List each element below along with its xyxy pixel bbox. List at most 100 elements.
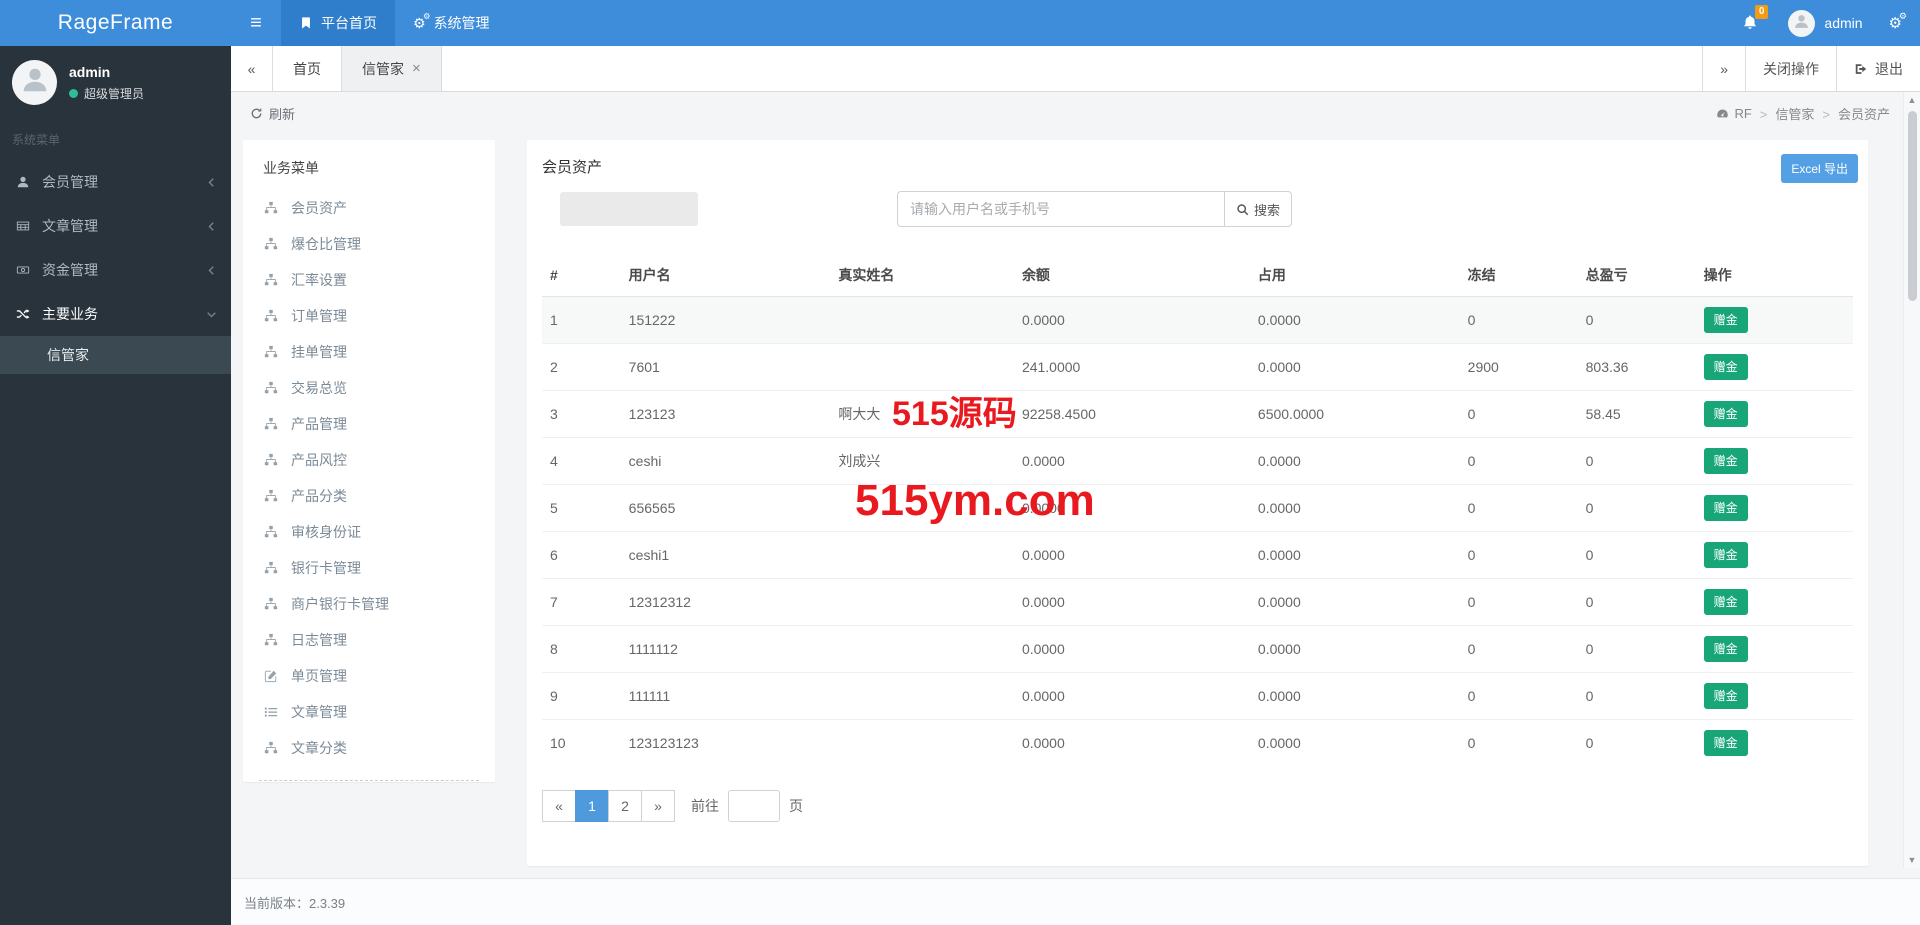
refresh-icon bbox=[250, 106, 263, 121]
filter-select-box[interactable] bbox=[560, 192, 698, 226]
table-row: 2 7601 241.0000 0.0000 2900 803.36 赠金 bbox=[542, 343, 1853, 391]
gift-button[interactable]: 赠金 bbox=[1703, 730, 1748, 757]
sign-out-icon bbox=[1854, 61, 1868, 77]
gift-button[interactable]: 赠金 bbox=[1703, 307, 1748, 333]
scroll-down-icon[interactable]: ▼ bbox=[1908, 852, 1917, 868]
sidebar-item[interactable]: 资金管理 bbox=[0, 248, 231, 292]
business-menu-list: 会员资产 爆仓比管理 汇率设置 订单管理 挂单管理 交易总览 产品管理 产品风控… bbox=[243, 190, 495, 766]
gift-button[interactable]: 赠金 bbox=[1703, 448, 1748, 474]
cell-balance: 0.0000 bbox=[1013, 625, 1250, 673]
business-menu-item[interactable]: 会员资产 bbox=[243, 190, 495, 226]
cell-realname: 刘成兴 bbox=[830, 437, 1014, 485]
excel-export-button[interactable]: Excel 导出 bbox=[1781, 154, 1858, 183]
business-menu-item[interactable]: 日志管理 bbox=[243, 622, 495, 658]
breadcrumb-home[interactable]: RF bbox=[1716, 106, 1752, 121]
cell-profit: 0 bbox=[1577, 719, 1696, 767]
business-menu-item-label: 汇率设置 bbox=[291, 272, 347, 288]
business-menu-item[interactable]: 文章管理 bbox=[243, 694, 495, 730]
refresh-button[interactable]: 刷新 bbox=[250, 104, 295, 123]
business-menu-item[interactable]: 交易总览 bbox=[243, 370, 495, 406]
pagination-page-button[interactable]: 2 bbox=[608, 789, 642, 822]
sidebar-item[interactable]: 文章管理 bbox=[0, 204, 231, 248]
cell-realname bbox=[830, 719, 1014, 767]
business-menu-item-label: 文章管理 bbox=[291, 704, 347, 720]
pagination-next-button[interactable]: » bbox=[641, 789, 675, 822]
business-menu-item[interactable]: 审核身份证 bbox=[243, 514, 495, 550]
business-menu-item[interactable]: 产品风控 bbox=[243, 442, 495, 478]
breadcrumb-item[interactable]: 信管家 bbox=[1760, 104, 1814, 123]
gift-button[interactable]: 赠金 bbox=[1703, 589, 1748, 615]
goto-page-input[interactable] bbox=[728, 789, 780, 822]
table-row: 4 ceshi 刘成兴 0.0000 0.0000 0 0 赠金 bbox=[542, 437, 1853, 485]
gift-button[interactable]: 赠金 bbox=[1703, 354, 1748, 380]
business-menu-item[interactable]: 产品管理 bbox=[243, 406, 495, 442]
version-label: 当前版本：2.3.39 bbox=[244, 895, 346, 911]
breadcrumb: RF 信管家 会员资产 bbox=[1716, 104, 1890, 123]
business-menu-item[interactable]: 挂单管理 bbox=[243, 334, 495, 370]
sidebar-item[interactable]: 主要业务 bbox=[0, 292, 231, 336]
sitemap-icon bbox=[263, 237, 279, 251]
business-menu-item[interactable]: 商户银行卡管理 bbox=[243, 586, 495, 622]
tabs-scroll-right-button[interactable]: » bbox=[1702, 46, 1745, 91]
navbar-menu-item[interactable]: ⚙ ⚙ 系统管理 bbox=[395, 0, 508, 46]
members-table: # 用户名 真实姓名 余额 占用 冻结 总盈亏 操作 1 151222 0.0000 0.00… bbox=[542, 254, 1853, 767]
scrollbar[interactable]: ▲ ▼ bbox=[1903, 92, 1920, 868]
table-header: 操作 bbox=[1695, 254, 1853, 297]
navbar-menu-item[interactable]: 平台首页 bbox=[281, 0, 395, 46]
user-menu[interactable]: admin bbox=[1772, 0, 1878, 46]
close-tab-icon[interactable]: × bbox=[412, 60, 421, 77]
cell-profit: 0 bbox=[1577, 484, 1696, 532]
close-operations-button[interactable]: 关闭操作 bbox=[1745, 46, 1836, 91]
table-header-row: # 用户名 真实姓名 余额 占用 冻结 总盈亏 操作 bbox=[542, 254, 1853, 297]
gift-button[interactable]: 赠金 bbox=[1703, 636, 1748, 662]
business-menu-item[interactable]: 订单管理 bbox=[243, 298, 495, 334]
search-button[interactable]: 搜索 bbox=[1225, 191, 1292, 227]
cell-balance: 241.0000 bbox=[1013, 343, 1250, 391]
table-header: 真实姓名 bbox=[830, 254, 1014, 297]
gift-button[interactable]: 赠金 bbox=[1703, 495, 1748, 521]
business-menu-item-label: 产品管理 bbox=[291, 416, 347, 432]
cell-profit: 0 bbox=[1577, 578, 1696, 626]
gift-button[interactable]: 赠金 bbox=[1703, 542, 1748, 568]
navbar-spacer bbox=[508, 0, 1729, 46]
table-row: 1 151222 0.0000 0.0000 0 0 赠金 bbox=[542, 296, 1853, 344]
user-icon bbox=[1793, 13, 1810, 33]
search-input[interactable] bbox=[897, 191, 1225, 227]
business-menu-item[interactable]: 汇率设置 bbox=[243, 262, 495, 298]
tabs-scroll-left-button[interactable]: « bbox=[231, 46, 273, 91]
pagination-page-button[interactable]: 1 bbox=[575, 789, 609, 822]
sidebar-subitem[interactable]: 信管家 bbox=[0, 336, 231, 374]
page-tab[interactable]: 信管家 × bbox=[342, 46, 442, 91]
logout-button[interactable]: 退出 bbox=[1836, 46, 1920, 91]
app-root: RageFrame ≡ 平台首页 ⚙ ⚙ 系统管理 0 admin ⚙ ⚙ ad… bbox=[0, 0, 1920, 925]
page-tab[interactable]: 首页 × bbox=[273, 46, 342, 91]
business-menu-item[interactable]: 单页管理 bbox=[243, 658, 495, 694]
cell-index: 2 bbox=[542, 343, 621, 391]
pagination-prev-button[interactable]: « bbox=[542, 789, 576, 822]
tabs-bar-right-group: » 关闭操作 退出 bbox=[1702, 46, 1920, 91]
scroll-up-icon[interactable]: ▲ bbox=[1908, 92, 1917, 108]
sidebar-section-label: 系统菜单 bbox=[12, 133, 61, 147]
business-menu-item-label: 文章分类 bbox=[291, 740, 347, 756]
cell-frozen: 0 bbox=[1459, 672, 1578, 720]
notifications-button[interactable]: 0 bbox=[1728, 0, 1772, 46]
cell-username: ceshi bbox=[620, 437, 831, 485]
settings-button[interactable]: ⚙ ⚙ bbox=[1879, 0, 1920, 46]
business-menu-item[interactable]: 银行卡管理 bbox=[243, 550, 495, 586]
gift-button[interactable]: 赠金 bbox=[1703, 401, 1748, 427]
cell-username: 656565 bbox=[620, 484, 831, 532]
scrollbar-thumb[interactable] bbox=[1907, 111, 1917, 301]
sitemap-icon bbox=[263, 489, 279, 503]
gift-button[interactable]: 赠金 bbox=[1703, 683, 1748, 709]
search-group: 搜索 bbox=[897, 191, 1292, 227]
filter-row: 搜索 bbox=[542, 191, 1853, 227]
business-menu-item[interactable]: 产品分类 bbox=[243, 478, 495, 514]
sidebar-item[interactable]: 会员管理 bbox=[0, 160, 231, 204]
business-menu-item[interactable]: 文章分类 bbox=[243, 730, 495, 766]
app-logo[interactable]: RageFrame bbox=[0, 0, 231, 46]
cell-profit: 0 bbox=[1577, 625, 1696, 673]
business-menu-item[interactable]: 爆仓比管理 bbox=[243, 226, 495, 262]
sidebar-toggle-button[interactable]: ≡ bbox=[231, 0, 281, 46]
cell-profit: 0 bbox=[1577, 437, 1696, 485]
business-menu-item-label: 产品分类 bbox=[291, 488, 347, 504]
